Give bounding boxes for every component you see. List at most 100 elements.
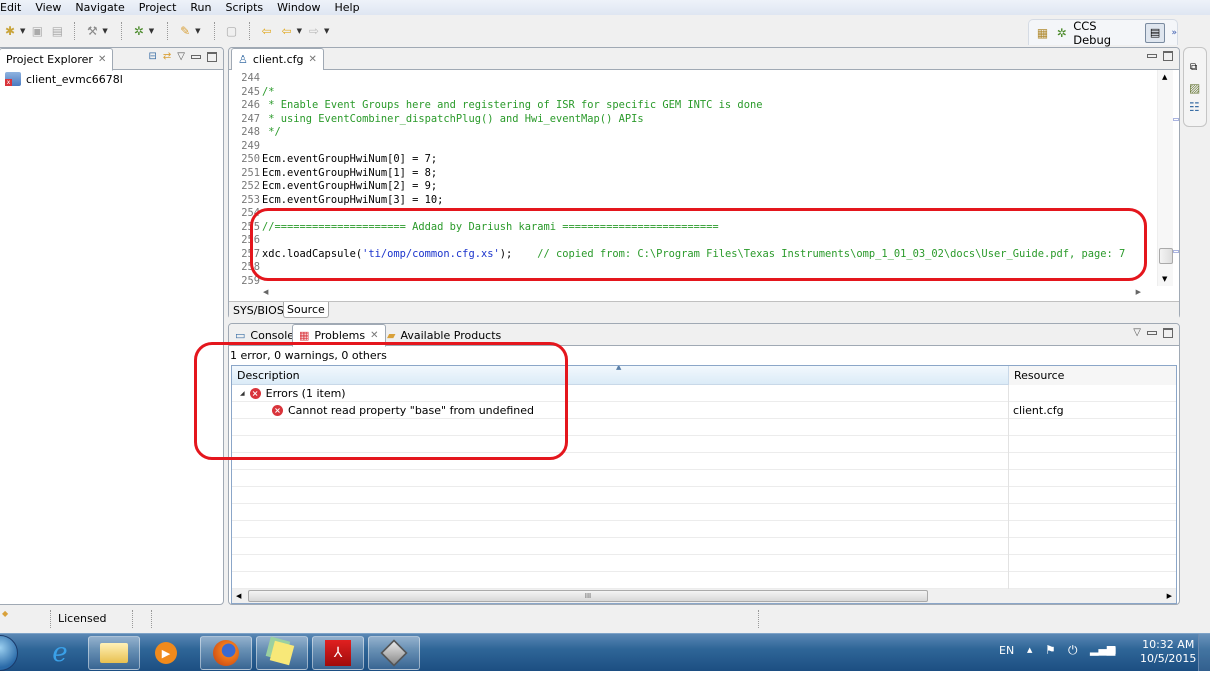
new-icon[interactable]: ✱ bbox=[2, 23, 18, 39]
tab-source[interactable]: Source bbox=[283, 302, 329, 318]
taskbar-virtualbox[interactable] bbox=[368, 636, 420, 670]
close-icon[interactable]: ✕ bbox=[98, 54, 106, 65]
tab-sys-bios[interactable]: SYS/BIOS bbox=[233, 304, 284, 317]
collapse-all-icon[interactable]: ⊟ bbox=[149, 51, 157, 62]
clock[interactable]: 10:32 AM 10/5/2015 bbox=[1140, 638, 1196, 666]
project-tree: x client_evmc6678l bbox=[5, 72, 123, 86]
expand-toggle-icon[interactable]: ◢ bbox=[240, 390, 245, 397]
view-menu-icon[interactable]: ▽ bbox=[177, 51, 185, 62]
view-controls: ▽ bbox=[1133, 327, 1173, 338]
menu-window[interactable]: Window bbox=[270, 1, 327, 15]
action-center-icon[interactable]: ⚑ bbox=[1045, 643, 1056, 657]
status-separator bbox=[151, 610, 152, 628]
minimize-icon[interactable] bbox=[191, 54, 201, 59]
menu-view[interactable]: View bbox=[28, 1, 68, 15]
scroll-up-arrow[interactable]: ▲ bbox=[1162, 73, 1167, 81]
tab-available-products[interactable]: ▰ Available Products bbox=[381, 324, 507, 346]
new-dropdown[interactable]: ▼ bbox=[20, 27, 25, 35]
tab-problems[interactable]: ▦ Problems ✕ bbox=[292, 324, 386, 347]
ccs-ide-window: Edit View Navigate Project Run Scripts W… bbox=[0, 0, 1230, 691]
language-indicator[interactable]: EN bbox=[999, 644, 1014, 657]
minimize-icon[interactable] bbox=[1147, 54, 1157, 58]
table-row bbox=[232, 572, 1176, 589]
menu-edit[interactable]: Edit bbox=[0, 1, 28, 15]
problems-hscroll[interactable]: ◀ III ▶ bbox=[231, 589, 1177, 604]
debug-icon[interactable]: ✲ bbox=[131, 23, 147, 39]
view-menu-icon[interactable]: ▽ bbox=[1133, 327, 1141, 338]
console-icon: ▭ bbox=[235, 328, 246, 342]
scroll-left-arrow[interactable]: ◀ bbox=[263, 288, 268, 296]
power-icon[interactable]: ⏻ bbox=[1068, 643, 1078, 658]
build-icon[interactable]: ⚒ bbox=[84, 23, 100, 39]
scroll-right-arrow[interactable]: ▶ bbox=[1136, 288, 1141, 296]
menu-run[interactable]: Run bbox=[183, 1, 218, 15]
table-row bbox=[232, 487, 1176, 504]
taskbar-firefox[interactable] bbox=[200, 636, 252, 670]
menu-help[interactable]: Help bbox=[328, 1, 367, 15]
tab-client-cfg[interactable]: ♙ client.cfg ✕ bbox=[231, 48, 324, 71]
column-description[interactable]: Description bbox=[237, 369, 300, 382]
scroll-thumb[interactable] bbox=[1159, 248, 1173, 264]
scroll-right-arrow[interactable]: ▶ bbox=[1167, 592, 1172, 600]
table-row[interactable]: ◢ × Errors (1 item) bbox=[232, 385, 1176, 402]
close-icon[interactable]: ✕ bbox=[309, 54, 317, 65]
tab-console[interactable]: ▭ Console bbox=[229, 324, 300, 346]
scroll-thumb[interactable]: III bbox=[248, 590, 928, 602]
forward-icon[interactable]: ⇨ bbox=[306, 23, 322, 39]
flash-icon[interactable]: ✎ bbox=[177, 23, 193, 39]
column-resource[interactable]: Resource bbox=[1008, 366, 1176, 385]
line-number: 246 bbox=[241, 99, 260, 111]
close-icon[interactable]: ✕ bbox=[370, 330, 378, 341]
scroll-down-arrow[interactable]: ▼ bbox=[1162, 275, 1167, 283]
scroll-left-arrow[interactable]: ◀ bbox=[236, 592, 241, 600]
menu-navigate[interactable]: Navigate bbox=[68, 1, 131, 15]
taskbar-sticky-notes[interactable] bbox=[256, 636, 308, 670]
show-desktop-button[interactable] bbox=[1198, 634, 1210, 672]
overview-marker[interactable] bbox=[1173, 118, 1179, 121]
perspective-ccs-debug[interactable]: CCS Debug bbox=[1073, 19, 1134, 47]
save-all-icon[interactable]: ▤ bbox=[49, 23, 65, 39]
terminate-icon[interactable]: ▢ bbox=[224, 23, 240, 39]
license-status: Licensed bbox=[58, 612, 107, 625]
overview-marker[interactable] bbox=[1173, 250, 1179, 253]
back-icon[interactable]: ⇦ bbox=[279, 23, 295, 39]
save-icon[interactable]: ▣ bbox=[29, 23, 45, 39]
line-number: 249 bbox=[241, 139, 260, 152]
build-dropdown[interactable]: ▼ bbox=[102, 27, 107, 35]
vertical-scrollbar[interactable]: ▲ ▼ bbox=[1157, 70, 1173, 286]
outline-doc-icon[interactable]: ▨ bbox=[1189, 81, 1200, 95]
menu-project[interactable]: Project bbox=[132, 1, 184, 15]
flash-dropdown[interactable]: ▼ bbox=[195, 27, 200, 35]
last-edit-icon[interactable]: ⇦ bbox=[259, 23, 275, 39]
maximize-icon[interactable] bbox=[1163, 327, 1173, 338]
taskbar-media-player[interactable]: ▶ bbox=[146, 638, 186, 668]
maximize-icon[interactable] bbox=[1163, 51, 1173, 61]
taskbar-file-explorer[interactable] bbox=[88, 636, 140, 670]
open-perspective-icon[interactable]: ▦ bbox=[1035, 25, 1050, 41]
taskbar-internet-explorer[interactable]: e bbox=[44, 638, 76, 668]
start-button[interactable] bbox=[0, 635, 18, 671]
menu-scripts[interactable]: Scripts bbox=[219, 1, 271, 15]
trim-stack: ⧉ ▨ ☷ bbox=[1183, 47, 1207, 127]
forward-dropdown[interactable]: ▼ bbox=[324, 27, 329, 35]
table-row[interactable]: × Cannot read property "base" from undefi… bbox=[232, 402, 1176, 419]
line-number: 244 bbox=[241, 72, 260, 84]
back-dropdown[interactable]: ▼ bbox=[297, 27, 302, 35]
maximize-icon[interactable] bbox=[207, 51, 217, 62]
tree-item-project[interactable]: x client_evmc6678l bbox=[5, 72, 123, 86]
more-perspectives[interactable]: » bbox=[1171, 28, 1177, 38]
outline-icon[interactable]: ☷ bbox=[1189, 100, 1200, 114]
show-hidden-icons[interactable]: ▲ bbox=[1027, 646, 1032, 654]
taskbar-adobe-reader[interactable]: ⅄ bbox=[312, 636, 364, 670]
minimize-icon[interactable] bbox=[1147, 330, 1157, 335]
volume-icon[interactable]: 🔈︎ bbox=[1112, 643, 1119, 658]
debug-dropdown[interactable]: ▼ bbox=[149, 27, 154, 35]
code-area[interactable]: 244 245/* 246 * Enable Event Groups here a… bbox=[229, 70, 1179, 286]
horizontal-scrollbar[interactable]: ◀ ▶ bbox=[229, 286, 1153, 300]
perspective-ccs-edit-button[interactable]: ▤ bbox=[1144, 22, 1166, 43]
link-editor-icon[interactable]: ⇄ bbox=[163, 51, 171, 62]
restore-icon[interactable]: ⧉ bbox=[1190, 62, 1197, 73]
code-line: 247 * using EventCombiner_dispatchPlug()… bbox=[233, 113, 1153, 127]
tab-project-explorer[interactable]: Project Explorer ✕ bbox=[0, 48, 114, 71]
code-line: 257 xdc.loadCapsule('ti/omp/common.cfg.xs… bbox=[233, 248, 1153, 262]
